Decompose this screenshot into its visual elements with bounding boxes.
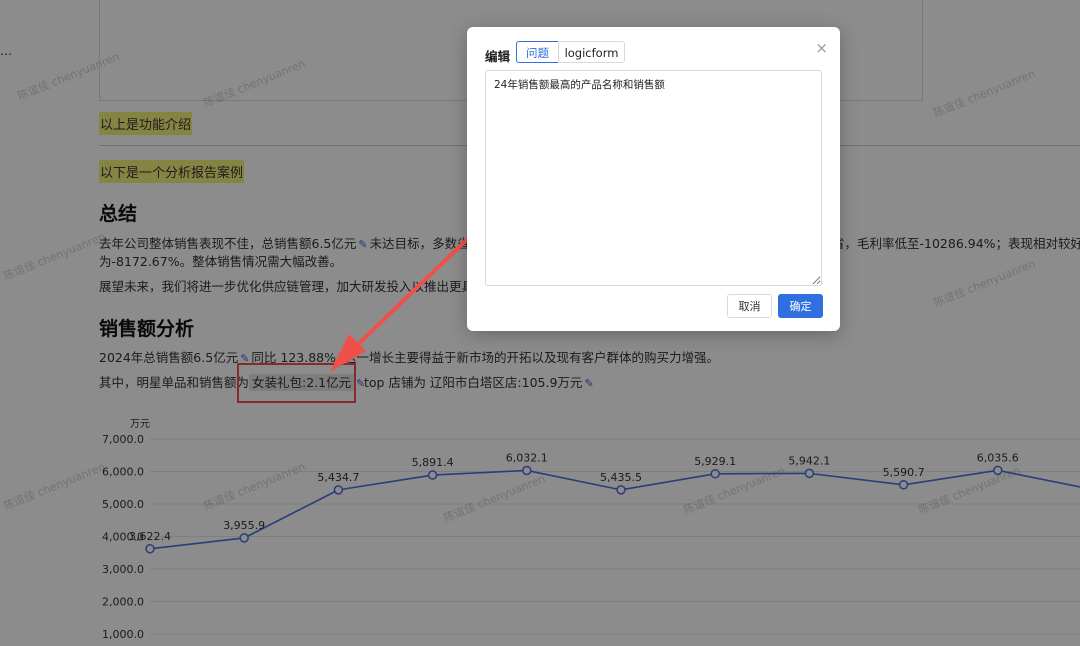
confirm-button[interactable]: 确定 — [778, 294, 823, 318]
tab-logicform[interactable]: logicform — [558, 41, 625, 63]
cancel-button[interactable]: 取消 — [727, 294, 772, 318]
dialog-title: 编辑 — [485, 49, 511, 64]
close-icon[interactable]: × — [815, 39, 828, 57]
edit-dialog: 编辑 问题 logicform × 24年销售额最高的产品名称和销售额 取消 确… — [467, 27, 840, 331]
tab-question[interactable]: 问题 — [516, 41, 559, 63]
question-textarea[interactable]: 24年销售额最高的产品名称和销售额 — [485, 70, 822, 286]
